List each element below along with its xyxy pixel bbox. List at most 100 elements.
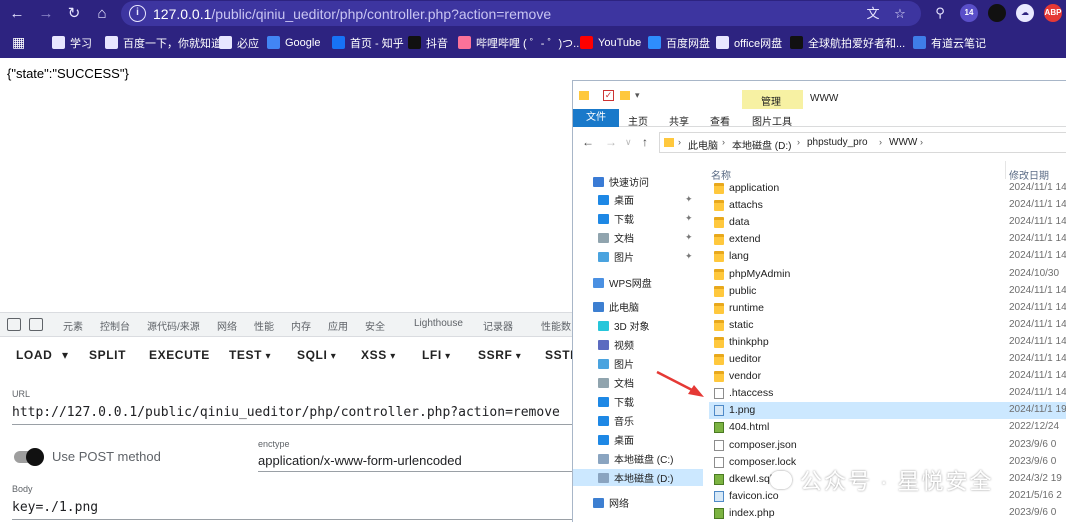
nav-item[interactable]: 图片: [598, 355, 634, 372]
ribbon-tab-picture-tools[interactable]: 图片工具: [752, 113, 792, 128]
nav-item[interactable]: 本地磁盘 (D:): [573, 469, 703, 486]
file-row[interactable]: vendor 2024/11/1 14: [709, 368, 1066, 385]
hackbar-menu-sqli[interactable]: SQLI ▾: [297, 348, 336, 362]
nav-item[interactable]: 文档: [598, 374, 634, 391]
devtools-tab[interactable]: 网络: [217, 318, 237, 333]
forward-arrow-icon[interactable]: →: [35, 3, 57, 24]
file-row[interactable]: 404.html 2022/12/24: [709, 419, 1066, 436]
nav-item[interactable]: 本地磁盘 (C:): [598, 450, 673, 467]
device-toolbar-icon[interactable]: [29, 318, 43, 331]
bookmark-item[interactable]: 全球航拍爱好者和...: [790, 34, 905, 51]
bookmark-item[interactable]: Google: [267, 34, 320, 51]
load-dropdown-icon[interactable]: ▾: [62, 348, 69, 362]
devtools-tab[interactable]: 性能: [254, 318, 274, 333]
extension-badge-icon[interactable]: 14: [960, 4, 978, 22]
file-row[interactable]: ueditor 2024/11/1 14: [709, 351, 1066, 368]
file-row[interactable]: thinkphp 2024/11/1 14: [709, 334, 1066, 351]
bookmark-item[interactable]: 学习: [52, 34, 92, 51]
bookmark-item[interactable]: 首页 - 知乎: [332, 34, 404, 51]
site-info-icon[interactable]: i: [129, 5, 146, 22]
bookmark-item[interactable]: office网盘: [716, 34, 782, 51]
search-icon[interactable]: ⚲: [931, 4, 949, 22]
devtools-tab[interactable]: 性能数: [541, 318, 571, 333]
hackbar-menu-ssti[interactable]: SSTI: [545, 348, 574, 362]
column-separator[interactable]: [1005, 161, 1006, 179]
breadcrumb-item[interactable]: 此电脑: [688, 137, 718, 152]
devtools-tab[interactable]: 元素: [63, 318, 83, 333]
nav-item[interactable]: 3D 对象: [598, 317, 650, 334]
recent-locations-icon[interactable]: ∨: [625, 137, 632, 148]
devtools-tab[interactable]: 控制台: [100, 318, 130, 333]
address-bar[interactable]: i 127.0.0.1/public/qiniu_ueditor/php/con…: [121, 1, 921, 26]
qat-dropdown-icon[interactable]: ▾: [635, 90, 640, 101]
hackbar-url-input[interactable]: http://127.0.0.1/public/qiniu_ueditor/ph…: [12, 405, 560, 420]
enctype-select[interactable]: application/x-www-form-urlencoded: [258, 453, 462, 468]
file-row[interactable]: attachs 2024/11/1 14: [709, 197, 1066, 214]
nav-item[interactable]: 下载: [598, 393, 634, 410]
back-arrow-icon[interactable]: ←: [6, 3, 28, 24]
breadcrumb-item[interactable]: 本地磁盘 (D:): [732, 137, 791, 152]
bookmark-item[interactable]: 抖音: [408, 34, 448, 51]
devtools-tab[interactable]: 内存: [291, 318, 311, 333]
ribbon-tab-home[interactable]: 主页: [628, 113, 648, 128]
hackbar-menu-lfi[interactable]: LFI ▾: [422, 348, 451, 362]
up-folder-icon[interactable]: ↑: [642, 135, 648, 149]
file-row[interactable]: runtime 2024/11/1 14: [709, 300, 1066, 317]
hackbar-menu-load[interactable]: LOAD: [16, 348, 52, 362]
cloud-extension-icon[interactable]: ☁: [1016, 4, 1034, 22]
adblock-icon[interactable]: ABP: [1044, 4, 1062, 22]
file-row[interactable]: index.php 2023/9/6 0: [709, 505, 1066, 522]
bookmark-item[interactable]: 有道云笔记: [913, 34, 986, 51]
nav-item[interactable]: 图片: [598, 248, 634, 265]
ribbon-tab-view[interactable]: 查看: [710, 113, 730, 128]
explorer-forward-icon[interactable]: →: [605, 135, 617, 149]
devtools-tab[interactable]: 应用: [328, 318, 348, 333]
nav-item[interactable]: 文档: [598, 229, 634, 246]
post-toggle-knob[interactable]: [26, 448, 44, 466]
breadcrumb-item[interactable]: phpstudy_pro: [807, 137, 868, 148]
nav-item[interactable]: 网络: [593, 494, 629, 511]
bookmark-item[interactable]: 必应: [219, 34, 259, 51]
file-row[interactable]: static 2024/11/1 14: [709, 317, 1066, 334]
file-row[interactable]: extend 2024/11/1 14: [709, 231, 1066, 248]
devtools-tab[interactable]: 安全: [365, 318, 385, 333]
devtools-tab[interactable]: 记录器: [483, 318, 513, 333]
nav-item[interactable]: 桌面: [598, 431, 634, 448]
new-folder-icon[interactable]: [620, 91, 630, 100]
explorer-address-bar[interactable]: › 此电脑 › 本地磁盘 (D:) › phpstudy_pro › WWW ›: [659, 132, 1066, 153]
properties-icon[interactable]: ✓: [603, 90, 614, 101]
apps-grid-icon[interactable]: ▦: [12, 34, 25, 51]
file-row[interactable]: 1.png 2024/11/1 19: [709, 402, 1066, 420]
file-row[interactable]: application 2024/11/1 14: [709, 180, 1066, 197]
bookmark-item[interactable]: 百度网盘: [648, 34, 710, 51]
translate-icon[interactable]: 文: [864, 5, 882, 23]
nav-item[interactable]: 此电脑: [593, 298, 639, 315]
bookmark-item[interactable]: 百度一下，你就知道: [105, 34, 222, 51]
bookmark-star-icon[interactable]: ☆: [891, 5, 909, 23]
hackbar-menu-xss[interactable]: XSS ▾: [361, 348, 396, 362]
hackbar-menu-ssrf[interactable]: SSRF ▾: [478, 348, 521, 362]
file-row[interactable]: phpMyAdmin 2024/10/30: [709, 266, 1066, 283]
nav-item[interactable]: 视频: [598, 336, 634, 353]
nav-item[interactable]: 音乐: [598, 412, 634, 429]
breadcrumb-item[interactable]: WWW: [889, 137, 917, 148]
hackbar-menu-test[interactable]: TEST ▾: [229, 348, 271, 362]
hackbar-menu-split[interactable]: SPLIT: [89, 348, 126, 362]
extension-icon[interactable]: [988, 4, 1006, 22]
ribbon-tab-file[interactable]: 文件: [573, 109, 619, 127]
bookmark-item[interactable]: 哔哩哔哩 ( ゜- ゜)つ...: [458, 34, 582, 51]
home-icon[interactable]: ⌂: [91, 3, 113, 24]
explorer-back-icon[interactable]: ←: [582, 135, 594, 149]
hackbar-menu-execute[interactable]: EXECUTE: [149, 348, 210, 362]
ribbon-tab-share[interactable]: 共享: [669, 113, 689, 128]
body-input[interactable]: key=./1.png: [12, 500, 98, 515]
devtools-tab[interactable]: Lighthouse: [414, 318, 463, 329]
address-bar-url[interactable]: 127.0.0.1/public/qiniu_ueditor/php/contr…: [153, 6, 551, 22]
bookmark-item[interactable]: YouTube: [580, 34, 641, 51]
file-row[interactable]: lang 2024/11/1 14: [709, 248, 1066, 265]
file-row[interactable]: public 2024/11/1 14: [709, 283, 1066, 300]
reload-icon[interactable]: ↻: [63, 3, 85, 24]
file-row[interactable]: data 2024/11/1 14: [709, 214, 1066, 231]
nav-item[interactable]: 快速访问: [593, 173, 649, 190]
file-row[interactable]: .htaccess 2024/11/1 14: [709, 385, 1066, 402]
